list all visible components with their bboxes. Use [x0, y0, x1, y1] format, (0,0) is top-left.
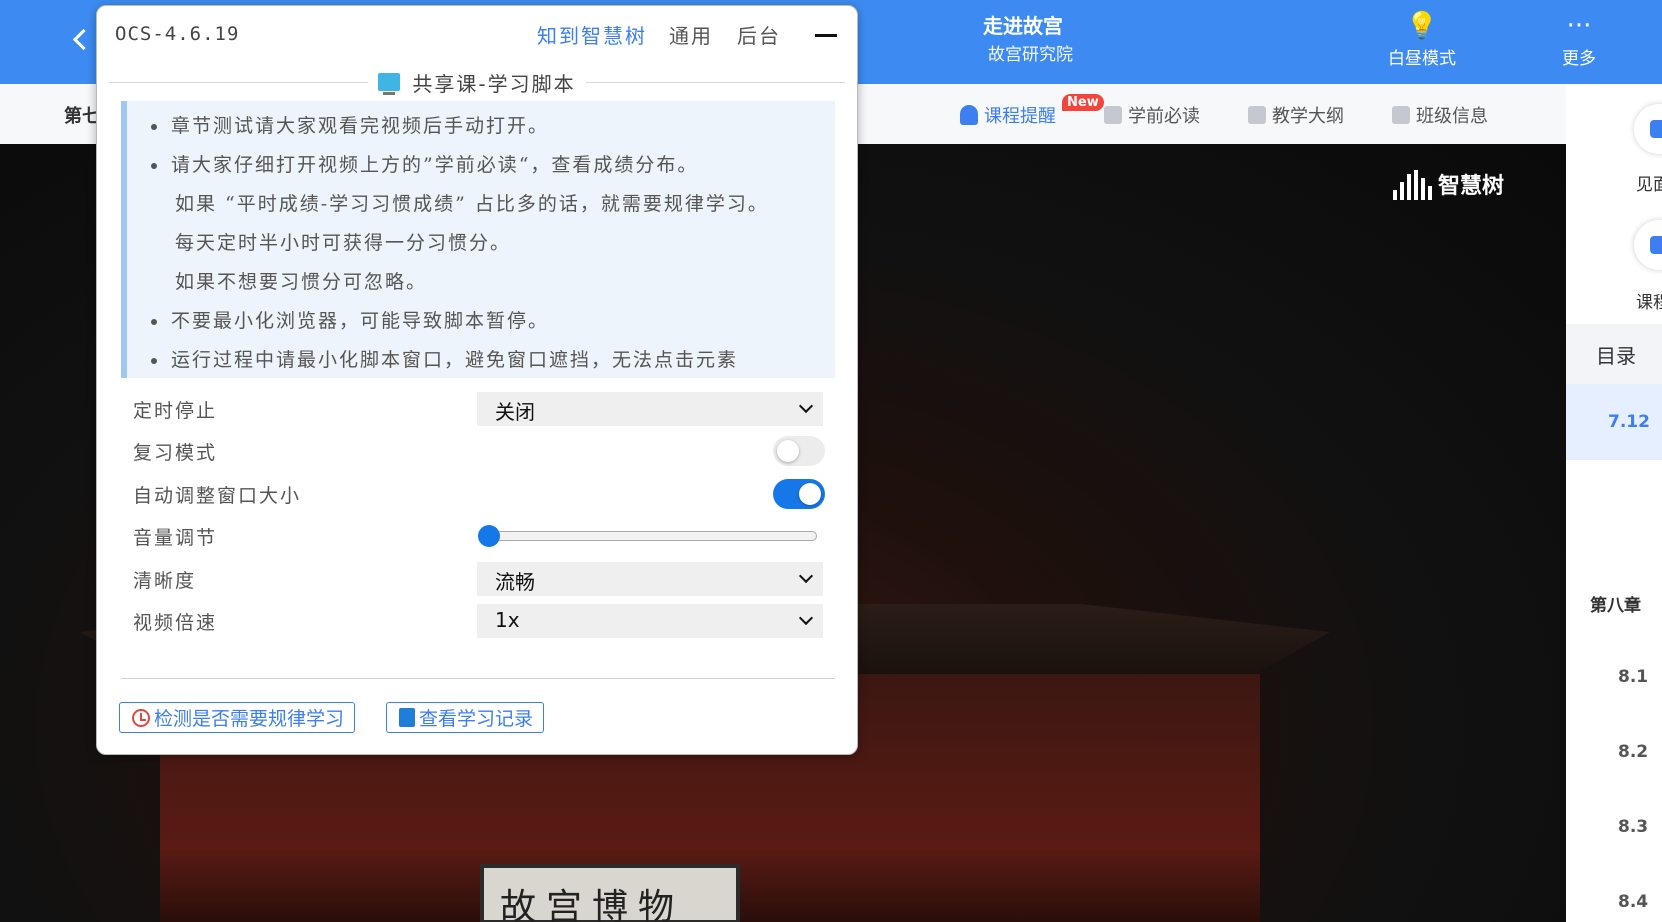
list-icon	[1392, 106, 1410, 124]
subnav-item-prereading[interactable]: 学前必读	[1104, 102, 1200, 128]
section-title: 共享课-学习脚本	[109, 68, 845, 96]
notice-item: 每天定时半小时可获得一分习惯分。	[175, 232, 512, 254]
auto-resize-toggle[interactable]	[773, 479, 825, 509]
toggle-knob	[777, 440, 799, 462]
button-label: 查看学习记录	[419, 709, 534, 730]
day-mode-button[interactable]: 💡 白昼模式	[1377, 8, 1467, 69]
subnav-item-label: 课程提醒	[984, 106, 1056, 127]
check-regular-study-button[interactable]: 检测是否需要规律学习	[119, 702, 356, 733]
toc-chapter[interactable]: 第八章	[1590, 591, 1641, 616]
sound-bars-icon	[1393, 170, 1432, 200]
setting-review-mode: 复习模式	[133, 434, 825, 468]
slider-thumb[interactable]	[478, 525, 500, 547]
setting-auto-resize: 自动调整窗口大小	[133, 477, 825, 511]
review-mode-toggle[interactable]	[773, 436, 825, 466]
timer-stop-select[interactable]: 关闭	[477, 392, 823, 426]
notice-icon	[1104, 106, 1122, 124]
subnav-item-reminder[interactable]: 课程提醒	[960, 102, 1056, 128]
notice-box: 章节测试请大家观看完视频后手动打开。 请大家仔细打开视频上方的”学前必读“，查看成…	[121, 101, 835, 378]
toc-item[interactable]: 8.4	[1618, 892, 1648, 912]
ocs-panel: OCS-4.6.19 知到智慧树 通用 后台 共享课-学习脚本 章节测试请大家观…	[96, 5, 858, 755]
setting-volume: 音量调节	[133, 519, 825, 553]
notice-item: 章节测试请大家观看完视频后手动打开。	[147, 107, 835, 146]
speed-select[interactable]: 1x	[477, 604, 823, 638]
meeting-button[interactable]	[1634, 104, 1662, 154]
setting-timer-stop: 定时停止 关闭	[133, 392, 825, 426]
setting-label: 自动调整窗口大小	[133, 484, 302, 507]
toc-tab[interactable]: 目录	[1566, 324, 1662, 384]
lightbulb-icon: 💡	[1405, 11, 1439, 41]
monitor-icon	[378, 73, 401, 95]
chat-icon	[1650, 120, 1662, 138]
more-label: 更多	[1562, 49, 1596, 69]
course-org: 故宫研究院	[988, 45, 1073, 65]
meeting-label: 见面	[1636, 175, 1662, 195]
quality-select[interactable]: 流畅	[477, 562, 823, 596]
bell-icon	[960, 105, 978, 125]
subnav-item-label: 学前必读	[1128, 106, 1200, 127]
course-label: 课程	[1636, 293, 1662, 313]
panel-divider	[121, 678, 835, 679]
course-icon	[1650, 236, 1662, 254]
back-button[interactable]	[66, 24, 96, 54]
notice-item: 如果 “平时成绩-学习习惯成绩” 占比多的话，就需要规律学习。	[175, 193, 769, 215]
subnav-item-class-info[interactable]: 班级信息	[1392, 102, 1488, 128]
day-mode-label: 白昼模式	[1388, 49, 1456, 69]
setting-label: 清晰度	[133, 569, 197, 592]
zhihuishu-watermark: 智慧树	[1393, 168, 1504, 200]
notice-item: 如果不想要习惯分可忽略。	[175, 271, 428, 293]
setting-label: 定时停止	[133, 399, 218, 422]
section-title-text: 共享课-学习脚本	[412, 71, 576, 96]
alarm-clock-icon	[132, 708, 150, 727]
chapter-label: 第七	[64, 106, 100, 127]
toc-item[interactable]: 8.1	[1618, 667, 1648, 687]
subnav-item-syllabus[interactable]: 教学大纲	[1248, 102, 1344, 128]
new-badge: New	[1062, 94, 1104, 111]
tab-general[interactable]: 通用	[669, 20, 713, 49]
panel-header[interactable]: OCS-4.6.19 知到智慧树 通用 后台	[97, 6, 857, 58]
setting-label: 复习模式	[133, 441, 218, 464]
button-label: 检测是否需要规律学习	[154, 709, 345, 730]
setting-label: 音量调节	[133, 526, 218, 549]
notice-list: 章节测试请大家观看完视频后手动打开。 请大家仔细打开视频上方的”学前必读“，查看成…	[147, 107, 835, 380]
right-sidebar: 见面 课程 目录 7.12 第八章 8.1 8.2 8.3 8.4	[1566, 84, 1662, 922]
volume-slider[interactable]	[477, 519, 823, 553]
setting-speed: 视频倍速 1x	[133, 604, 825, 638]
slider-track[interactable]	[483, 531, 817, 541]
course-title: 走进故宫	[983, 14, 1063, 38]
toc-item-active[interactable]: 7.12	[1566, 384, 1662, 460]
palace-plaque: 故宫博物院	[480, 864, 740, 922]
subnav-item-label: 教学大纲	[1272, 106, 1344, 127]
watermark-text: 智慧树	[1438, 174, 1505, 199]
tab-zhihuishu[interactable]: 知到智慧树	[537, 20, 647, 49]
subnav-item-label: 班级信息	[1416, 106, 1488, 127]
notice-item: 请大家仔细打开视频上方的”学前必读“，查看成绩分布。	[147, 146, 835, 185]
version-label: OCS-4.6.19	[115, 23, 240, 45]
toc-item[interactable]: 8.2	[1618, 742, 1648, 762]
book-icon	[1248, 106, 1266, 124]
notice-item: 运行过程中请最小化脚本窗口，避免窗口遮挡，无法点击元素	[147, 341, 835, 380]
setting-quality: 清晰度 流畅	[133, 562, 825, 596]
blue-book-icon	[399, 708, 415, 727]
course-button[interactable]	[1634, 220, 1662, 270]
toc-item[interactable]: 8.3	[1618, 817, 1648, 837]
setting-label: 视频倍速	[133, 611, 218, 634]
minimize-button[interactable]	[811, 21, 841, 51]
more-dots-icon: ···	[1566, 11, 1592, 41]
view-records-button[interactable]: 查看学习记录	[386, 702, 545, 733]
toggle-knob	[799, 483, 821, 505]
more-button[interactable]: ··· 更多	[1534, 8, 1624, 69]
notice-item: 不要最小化浏览器，可能导致脚本暂停。	[147, 302, 835, 341]
tab-backend[interactable]: 后台	[737, 20, 781, 49]
